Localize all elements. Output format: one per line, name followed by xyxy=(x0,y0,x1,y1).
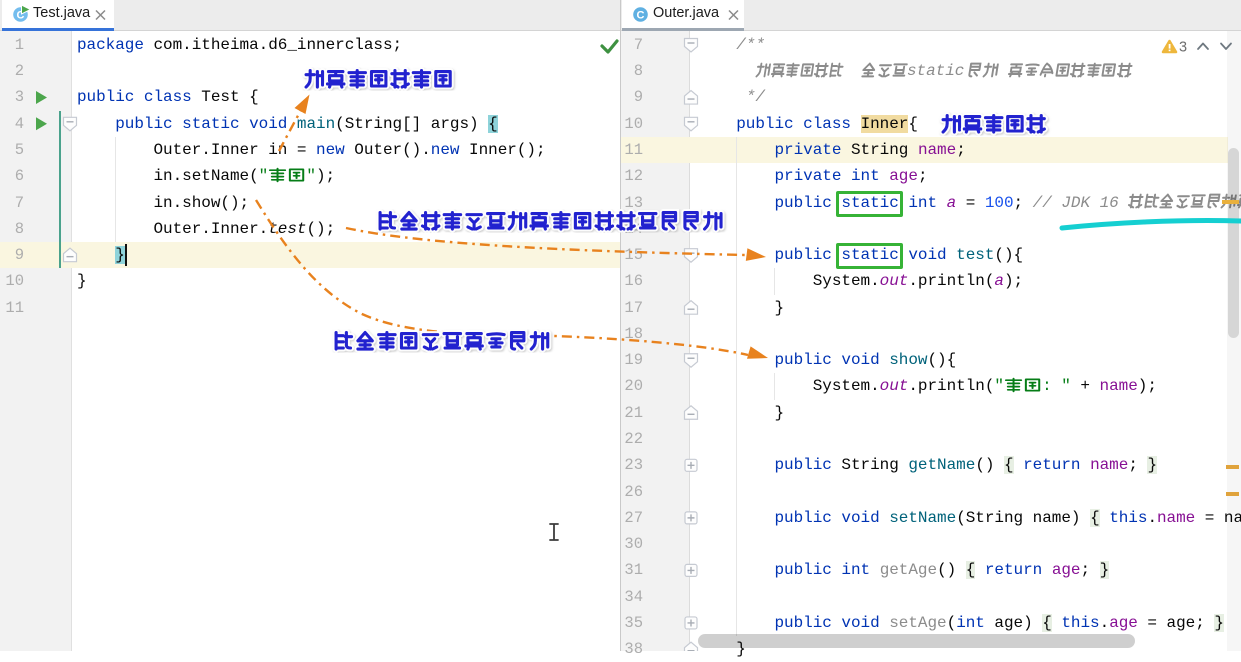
svg-text:3: 3 xyxy=(1179,40,1187,56)
svg-text:C: C xyxy=(637,10,645,22)
